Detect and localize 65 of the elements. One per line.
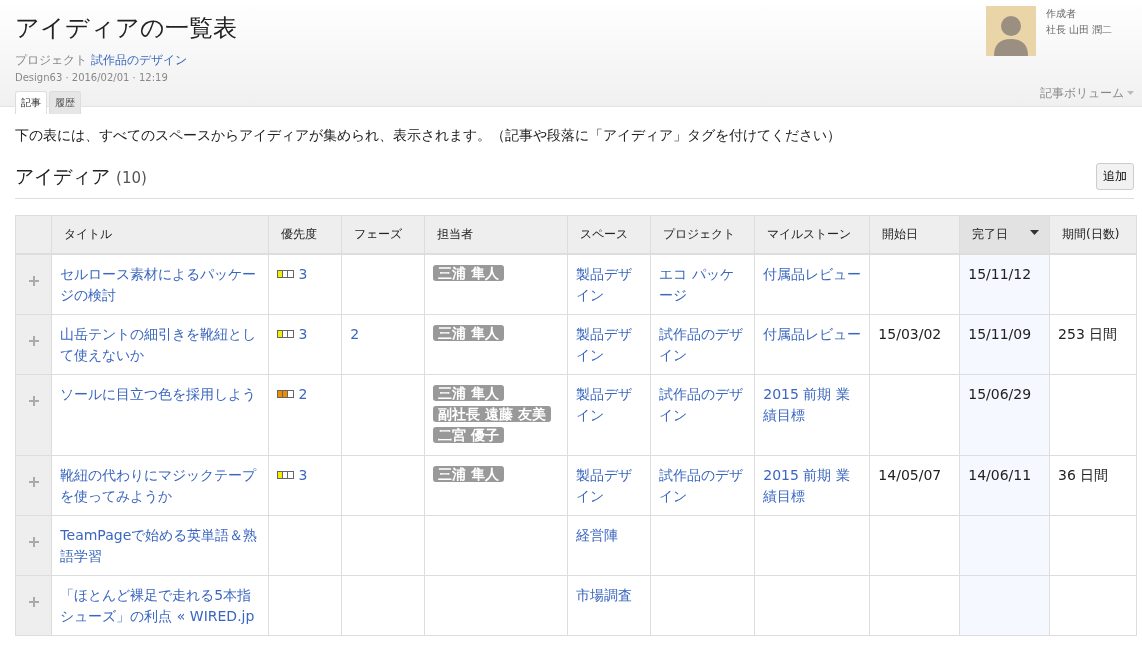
title-link[interactable]: 靴紐の代わりにマジックテープを使ってみようか <box>60 464 261 507</box>
column-header[interactable]: 担当者 <box>424 215 568 254</box>
milestone-link[interactable]: 2015 前期 業績目標 <box>763 464 862 507</box>
space-link[interactable]: 製品デザイン <box>576 263 643 306</box>
plus-icon[interactable] <box>28 335 39 346</box>
phase-link[interactable]: 2 <box>350 323 416 345</box>
milestone-link[interactable]: 付属品レビュー <box>763 323 862 345</box>
title-link[interactable]: 「ほとんど裸足で走れる5本指シューズ」の利点 « WIRED.jp <box>60 584 261 627</box>
date-text: 14/06/11 <box>968 466 1032 483</box>
column-header[interactable]: 完了日 <box>959 215 1050 254</box>
date-text: 15/03/02 <box>878 325 942 342</box>
milestone-link[interactable]: 付属品レビュー <box>763 263 862 285</box>
column-header[interactable]: マイルストーン <box>754 215 870 254</box>
space-link[interactable]: 製品デザイン <box>576 323 643 366</box>
page-title: アイディアの一覧表 <box>15 13 237 44</box>
plus-icon[interactable] <box>28 596 39 607</box>
caret-icon <box>1127 91 1134 96</box>
space-link[interactable]: 市場調査 <box>576 584 643 606</box>
duration-text: 36 日間 <box>1058 466 1109 483</box>
column-header[interactable]: フェーズ <box>341 215 425 254</box>
title-link[interactable]: TeamPageで始める英単語＆熟語学習 <box>60 524 261 567</box>
plus-icon[interactable] <box>28 476 39 487</box>
plus-icon[interactable] <box>28 536 39 547</box>
column-header[interactable]: プロジェクト <box>650 215 755 254</box>
date-text: 15/06/29 <box>968 385 1032 402</box>
tab[interactable]: 記事 <box>15 91 47 114</box>
author-label: 作成者 <box>1045 7 1077 21</box>
priority-link[interactable]: 2 <box>298 383 308 405</box>
page-meta: Design63 · 2016/02/01 · 12:19 <box>15 72 169 83</box>
item-count: (10) <box>116 169 147 187</box>
project-label: プロジェクト <box>15 53 87 67</box>
project-link[interactable]: エコ パッケージ <box>659 263 747 306</box>
date-text: 14/05/07 <box>878 466 942 483</box>
section-title: アイディア <box>15 165 110 187</box>
date-text: 15/11/12 <box>968 265 1032 282</box>
date-text: 15/11/09 <box>968 325 1032 342</box>
column-header[interactable]: 開始日 <box>869 215 960 254</box>
priority-link[interactable]: 3 <box>298 263 308 285</box>
column-header[interactable]: タイトル <box>51 215 269 254</box>
avatar-icon <box>985 6 1036 56</box>
column-header[interactable]: 期間(日数) <box>1049 215 1137 254</box>
space-link[interactable]: 製品デザイン <box>576 464 643 507</box>
add-button[interactable]: 追加 <box>1096 163 1134 190</box>
priority-link[interactable]: 3 <box>298 323 308 345</box>
title-link[interactable]: 山岳テントの細引きを靴紐として使えないか <box>60 323 261 366</box>
tab[interactable]: 履歴 <box>49 91 81 114</box>
column-header[interactable]: スペース <box>567 215 651 254</box>
project-link[interactable]: 試作品のデザイン <box>659 464 747 507</box>
title-link[interactable]: ソールに目立つ色を採用しよう <box>60 383 261 405</box>
title-link[interactable]: セルロース素材によるパッケージの検討 <box>60 263 261 306</box>
project-link[interactable]: 試作品のデザイン <box>90 53 187 67</box>
milestone-link[interactable]: 2015 前期 業績目標 <box>763 383 862 426</box>
duration-text: 253 日間 <box>1058 325 1118 342</box>
article-volume-menu[interactable]: 記事ボリューム <box>1040 85 1134 104</box>
sort-caret-icon <box>1030 229 1040 235</box>
priority-link[interactable]: 3 <box>298 464 308 486</box>
plus-icon[interactable] <box>28 275 39 286</box>
project-link[interactable]: 試作品のデザイン <box>659 383 747 426</box>
plus-icon[interactable] <box>28 395 39 406</box>
author-name: 社長 山田 潤二 <box>1045 23 1112 37</box>
column-header[interactable]: 優先度 <box>268 215 342 254</box>
intro-text: 下の表には、すべてのスペースからアイディアが集められ、表示されます。（記事や段落に「アイディア」タグを付けてください） <box>15 127 842 145</box>
project-link[interactable]: 試作品のデザイン <box>659 323 747 366</box>
space-link[interactable]: 経営陣 <box>576 524 643 546</box>
space-link[interactable]: 製品デザイン <box>576 383 643 426</box>
